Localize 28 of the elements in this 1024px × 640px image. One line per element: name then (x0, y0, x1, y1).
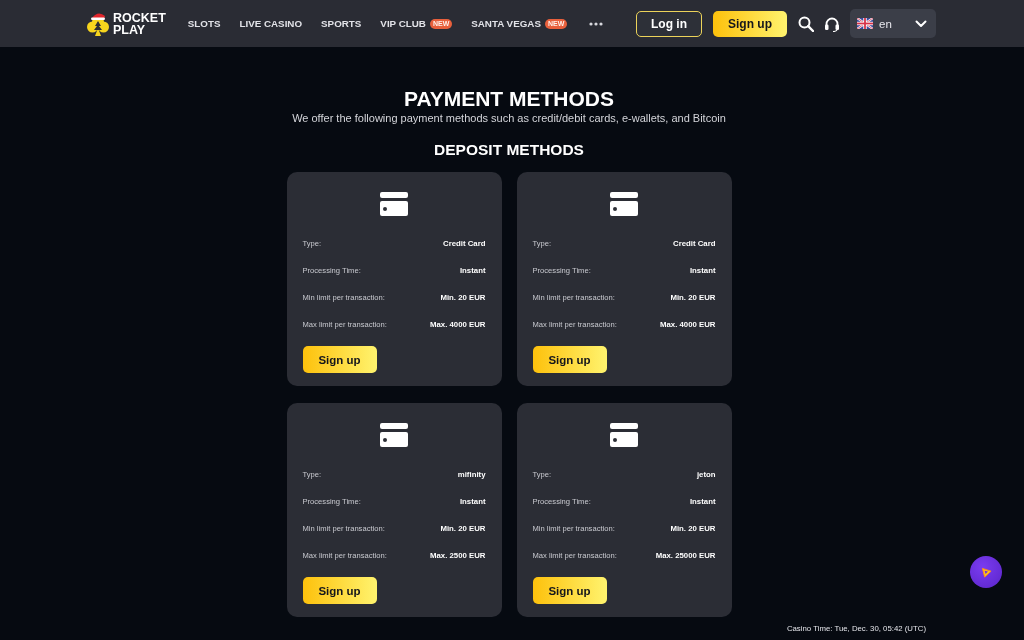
credit-card-icon (380, 423, 408, 447)
nav-link[interactable]: LIVE CASINO (239, 18, 303, 29)
language-select[interactable]: en (850, 9, 936, 38)
page-title: PAYMENT METHODS (404, 87, 614, 111)
login-button[interactable]: Log in (636, 10, 702, 37)
logo-text[interactable]: ROCKET PLAY (113, 11, 166, 36)
nav-link[interactable]: SLOTS (187, 18, 221, 29)
credit-card-icon (610, 192, 638, 216)
page-subtitle: We offer the following payment methods such as credit/debit cards, e-wallets, and Bitcoin (292, 111, 726, 126)
credit-card-icon (380, 192, 408, 216)
signup-button[interactable]: Sign up (713, 10, 787, 37)
triangle-icon (980, 566, 992, 578)
chevron-down-icon (915, 19, 927, 28)
more-icon[interactable] (589, 21, 604, 26)
logo-icon (86, 10, 110, 37)
flag-icon (857, 18, 873, 29)
nav-link[interactable]: SANTA VEGAS (471, 18, 541, 29)
signup-button[interactable]: Sign up (302, 577, 377, 604)
nav-link[interactable]: VIP CLUB (380, 18, 426, 29)
credit-card-icon (610, 423, 638, 447)
floating-action-button[interactable] (970, 556, 1002, 588)
search-icon[interactable] (798, 15, 814, 32)
signup-button[interactable]: Sign up (302, 346, 377, 373)
section-title: DEPOSIT METHODS (434, 140, 584, 160)
headset-icon[interactable] (824, 15, 840, 32)
nav-link[interactable]: SPORTS (321, 18, 362, 29)
signup-button[interactable]: Sign up (532, 346, 607, 373)
signup-button[interactable]: Sign up (532, 577, 607, 604)
